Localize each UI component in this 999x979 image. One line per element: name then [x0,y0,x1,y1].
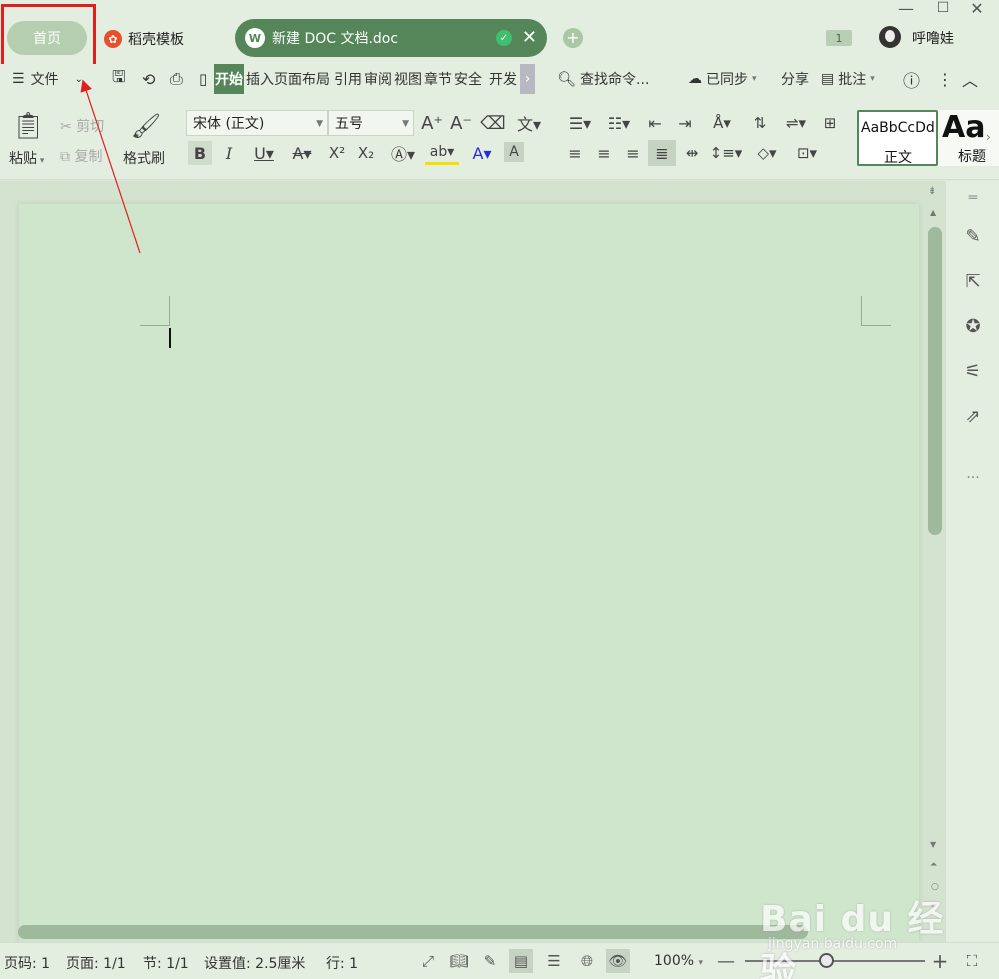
annotation-arrow [80,79,141,254]
